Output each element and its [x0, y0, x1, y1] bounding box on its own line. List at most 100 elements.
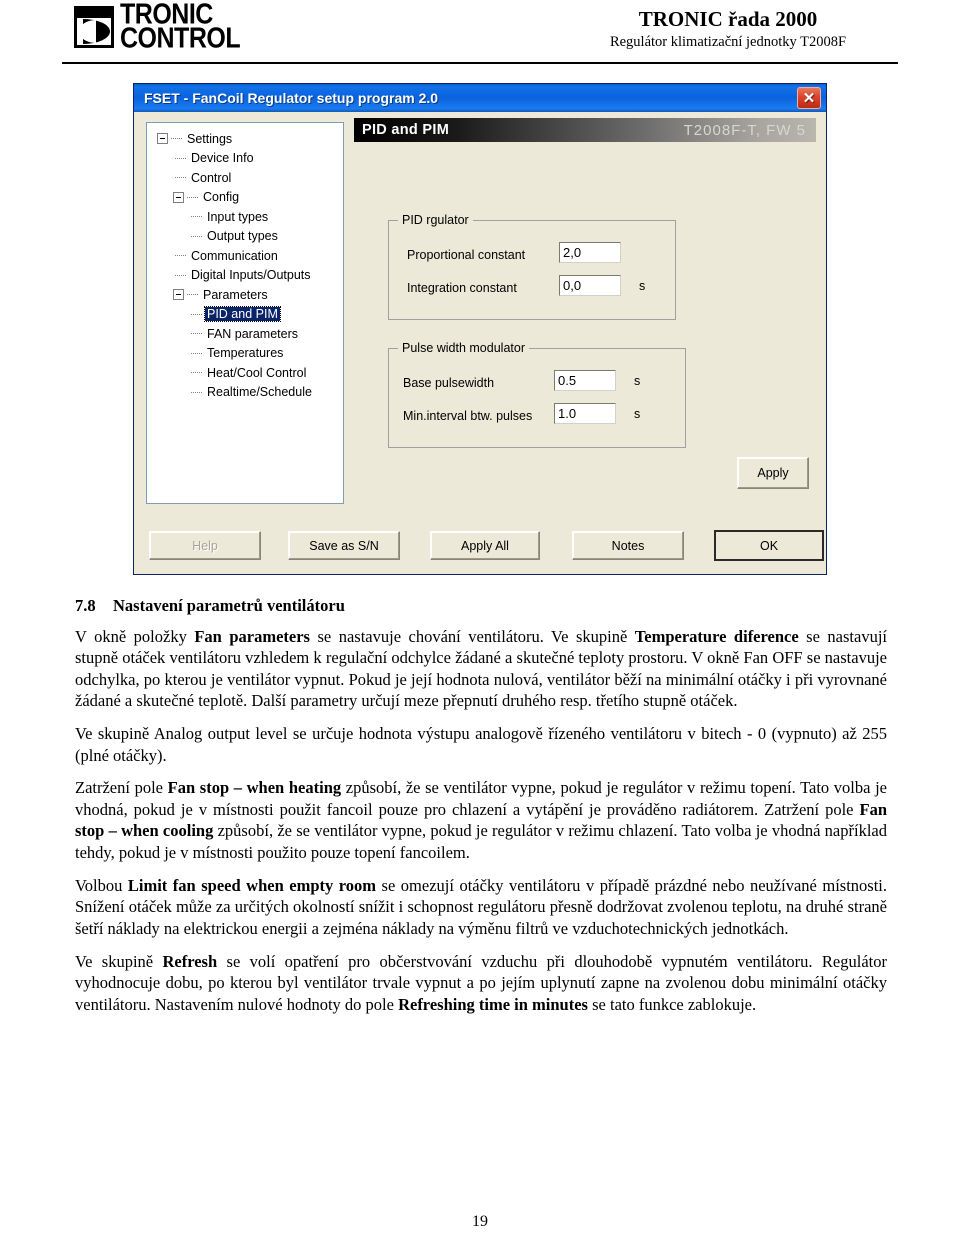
p1-text-c: se nastavuje chování ventilátoru. Ve sku… — [309, 626, 635, 646]
paragraph-3: Zatržení pole Fan stop – when heating zp… — [75, 777, 887, 863]
apply-all-button[interactable]: Apply All — [430, 531, 540, 560]
tree-connector-icon — [191, 235, 203, 237]
ok-button[interactable]: OK — [714, 530, 824, 561]
tree-connector-icon — [175, 177, 187, 179]
panel-header-band: PID and PIM T2008F-T, FW 5 — [354, 118, 816, 142]
tree-item-label: Input types — [207, 209, 269, 224]
expander-minus-icon[interactable] — [173, 191, 184, 203]
integration-constant-row: Integration constant — [407, 281, 517, 295]
company-logo: TRONIC CONTROL — [74, 0, 241, 55]
fset-application-window: FSET - FanCoil Regulator setup program 2… — [133, 83, 827, 575]
window-titlebar[interactable]: FSET - FanCoil Regulator setup program 2… — [134, 84, 826, 112]
tree-item-label: Communication — [191, 248, 278, 263]
p3-text-a: Zatržení pole — [75, 778, 168, 798]
tree-item-input-types[interactable]: Input types — [151, 207, 343, 227]
window-client-area: Settings Device Info Control Config Inpu… — [136, 112, 824, 572]
header-divider — [62, 62, 898, 64]
tree-item-label: Settings — [187, 131, 233, 146]
tree-item-control[interactable]: Control — [151, 168, 343, 188]
notes-button[interactable]: Notes — [572, 531, 684, 560]
device-firmware-label: T2008F-T, FW 5 — [683, 121, 806, 139]
tree-item-label: Temperatures — [207, 346, 284, 361]
p1-bold-temperature-diference: Temperature diference — [634, 626, 799, 646]
paragraph-4: Volbou Limit fan speed when empty room s… — [75, 875, 887, 940]
base-pulsewidth-unit: s — [634, 374, 641, 388]
tree-item-label: Output types — [207, 229, 278, 244]
expander-minus-icon[interactable] — [157, 133, 168, 145]
tree-item-label: Control — [191, 170, 232, 185]
section-heading: 7.8 Nastavení parametrů ventilátoru — [75, 595, 887, 617]
tree-item-heat-cool-control[interactable]: Heat/Cool Control — [151, 363, 343, 383]
paragraph-1: V okně položky Fan parameters se nastavu… — [75, 626, 887, 712]
paragraph-5: Ve skupině Refresh se volí opatření pro … — [75, 951, 887, 1016]
page-number: 19 — [472, 1213, 488, 1230]
tree-connector-icon — [191, 333, 203, 335]
p5-bold-refreshing-time: Refreshing time in minutes — [398, 994, 588, 1014]
tree-connector-icon — [191, 391, 203, 393]
tree-connector-icon — [175, 274, 187, 276]
tree-item-label: Parameters — [203, 287, 268, 302]
tree-item-temperatures[interactable]: Temperatures — [151, 344, 343, 364]
base-pulsewidth-input[interactable] — [554, 370, 616, 391]
p5-text-a: Ve skupině — [75, 951, 163, 971]
integration-constant-input[interactable] — [559, 275, 621, 296]
pid-regulator-group: PID rgulator Proportional constant Integ… — [388, 213, 676, 320]
tree-item-settings[interactable]: Settings — [151, 129, 343, 149]
settings-tree-panel[interactable]: Settings Device Info Control Config Inpu… — [146, 122, 344, 504]
tree-connector-icon — [191, 372, 203, 374]
tree-item-realtime-schedule[interactable]: Realtime/Schedule — [151, 383, 343, 403]
p5-text-d: se tato funkce zablokuje. — [587, 994, 757, 1014]
min-interval-input[interactable] — [554, 403, 616, 424]
tree-item-label: PID and PIM — [204, 306, 281, 323]
p3-bold-fan-stop-heating: Fan stop – when heating — [167, 778, 342, 798]
tree-item-fan-parameters[interactable]: FAN parameters — [151, 324, 343, 344]
min-interval-unit: s — [634, 407, 641, 421]
expander-minus-icon[interactable] — [173, 289, 184, 301]
integration-constant-unit: s — [639, 279, 646, 293]
proportional-constant-input[interactable] — [559, 242, 621, 263]
p1-bold-fan-parameters: Fan parameters — [194, 626, 310, 646]
tree-connector-icon — [171, 138, 183, 140]
proportional-constant-label: Proportional constant — [407, 248, 526, 262]
help-button[interactable]: Help — [149, 531, 261, 560]
tree-item-pid-and-pim[interactable]: PID and PIM — [151, 305, 343, 325]
panel-title: PID and PIM — [362, 122, 450, 138]
brand-subtitle: Regulátor klimatizační jednotky T2008F — [609, 34, 847, 50]
apply-button[interactable]: Apply — [737, 457, 809, 489]
tree-item-config[interactable]: Config — [151, 188, 343, 208]
paragraph-2: Ve skupině Analog output level se určuje… — [75, 724, 887, 765]
base-pulsewidth-row: Base pulsewidth — [403, 376, 494, 390]
p1-text-a: V okně položky — [75, 626, 195, 646]
section-number: 7.8 — [75, 596, 96, 615]
tree-item-output-types[interactable]: Output types — [151, 227, 343, 247]
base-pulsewidth-label: Base pulsewidth — [403, 376, 495, 390]
tree-item-communication[interactable]: Communication — [151, 246, 343, 266]
tree-item-label: Device Info — [191, 151, 254, 166]
section-title: Nastavení parametrů ventilátoru — [113, 596, 345, 615]
tree-item-parameters[interactable]: Parameters — [151, 285, 343, 305]
tree-connector-icon — [191, 216, 203, 218]
document-brand-heading: TRONIC řada 2000 Regulátor klimatizační … — [558, 7, 898, 52]
close-icon[interactable]: ✕ — [797, 87, 821, 109]
min-interval-label: Min.interval btw. pulses — [403, 409, 533, 423]
tree-connector-icon — [191, 313, 203, 315]
tree-connector-icon — [175, 255, 187, 257]
proportional-constant-row: Proportional constant — [407, 248, 525, 262]
tree-item-digital-inputs-outputs[interactable]: Digital Inputs/Outputs — [151, 266, 343, 286]
settings-tree: Settings Device Info Control Config Inpu… — [147, 123, 343, 402]
tree-item-device-info[interactable]: Device Info — [151, 149, 343, 169]
logo-word-line2: CONTROL — [120, 22, 241, 55]
page-header: TRONIC CONTROL TRONIC řada 2000 Reguláto… — [0, 0, 960, 66]
integration-constant-label: Integration constant — [407, 281, 517, 295]
pid-regulator-group-title: PID rgulator — [398, 213, 473, 227]
tree-item-label: FAN parameters — [207, 326, 299, 341]
tree-connector-icon — [187, 294, 199, 296]
tree-connector-icon — [187, 196, 199, 198]
pulse-width-modulator-group-title: Pulse width modulator — [398, 341, 529, 355]
save-as-sn-button[interactable]: Save as S/N — [288, 531, 400, 560]
p4-text-a: Volbou — [75, 875, 128, 895]
pulse-width-modulator-group: Pulse width modulator Base pulsewidth s … — [388, 341, 686, 448]
brand-title: TRONIC řada 2000 — [638, 7, 818, 31]
logo-wordmark: TRONIC CONTROL — [120, 0, 241, 55]
tree-item-label: Realtime/Schedule — [207, 385, 312, 400]
